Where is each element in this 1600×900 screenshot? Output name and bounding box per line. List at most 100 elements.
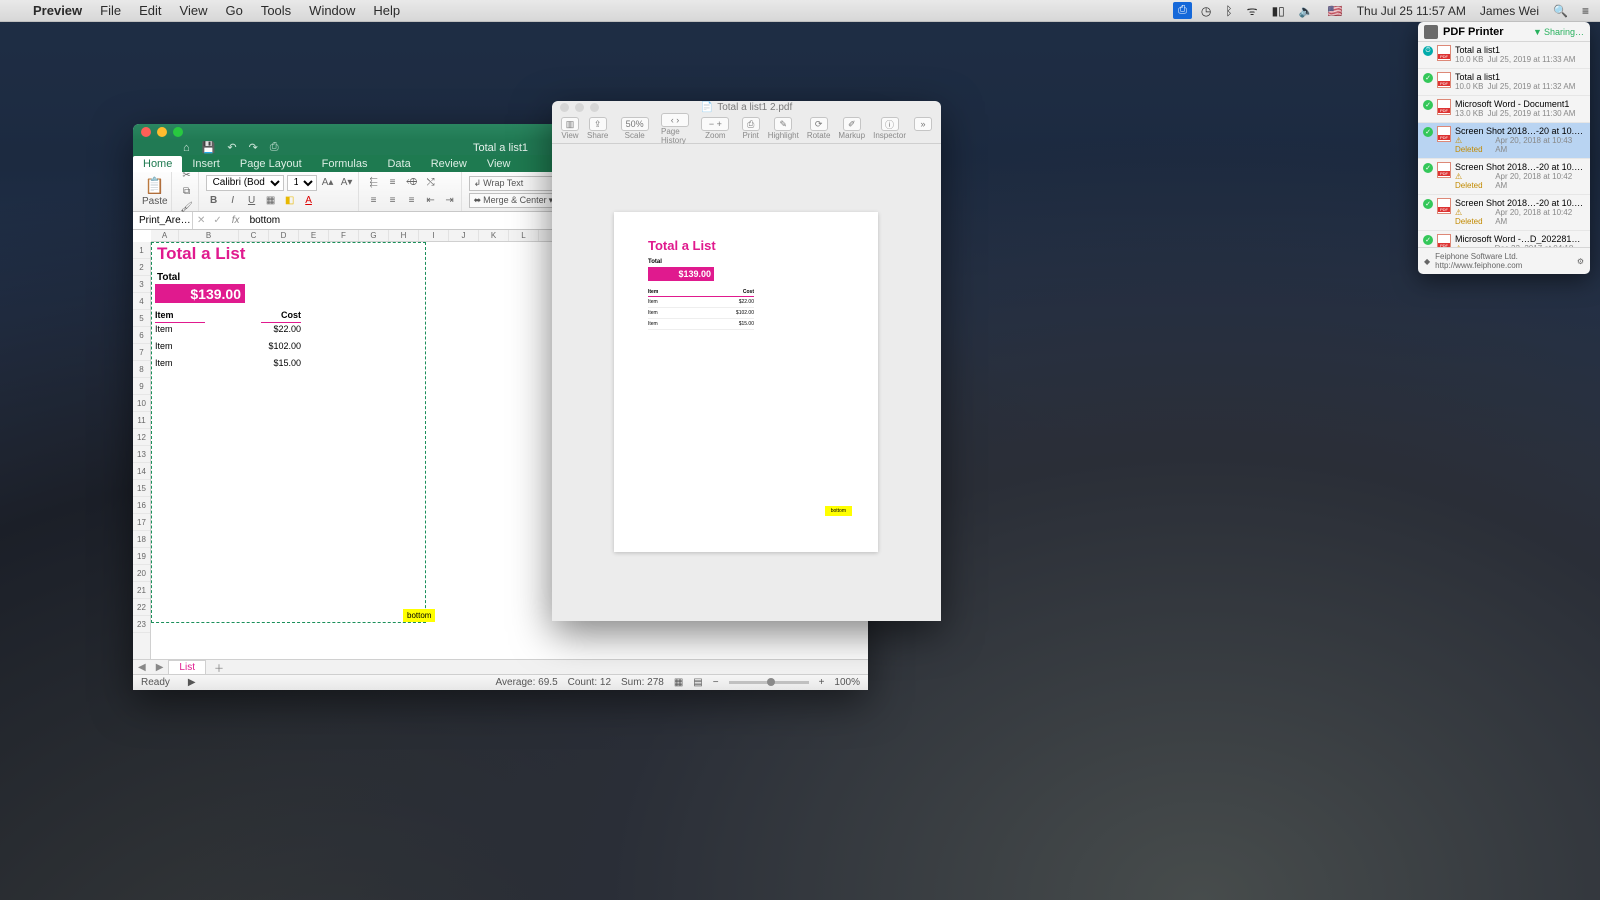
menu-tools[interactable]: Tools bbox=[252, 3, 300, 18]
row-header[interactable]: 22 bbox=[133, 599, 150, 616]
cell-header-item[interactable]: Item bbox=[155, 310, 205, 323]
share-button[interactable]: ⇪Share bbox=[584, 117, 611, 140]
view-mode-button[interactable]: ▥View bbox=[558, 117, 582, 140]
highlight-button[interactable]: ✎Highlight bbox=[765, 117, 802, 140]
align-top-icon[interactable]: ⬱ bbox=[366, 175, 382, 191]
col-header[interactable]: K bbox=[479, 230, 509, 241]
bluetooth-icon[interactable]: ᛒ bbox=[1220, 4, 1237, 18]
italic-button[interactable]: I bbox=[225, 193, 241, 209]
fx-icon[interactable]: fx bbox=[226, 215, 246, 226]
close-button[interactable] bbox=[141, 127, 151, 137]
cell-item-name[interactable]: Item bbox=[155, 324, 173, 341]
col-header[interactable]: C bbox=[239, 230, 269, 241]
name-box[interactable]: Print_Are… bbox=[133, 212, 193, 229]
tab-home[interactable]: Home bbox=[133, 156, 182, 172]
gear-icon[interactable]: ⚙ bbox=[1577, 257, 1584, 266]
merge-center-button[interactable]: ⬌Merge & Center▾ bbox=[469, 193, 559, 208]
wifi-icon[interactable]: ᯤ bbox=[1242, 2, 1263, 19]
align-right-icon[interactable]: ≡ bbox=[404, 193, 420, 209]
close-button[interactable] bbox=[560, 103, 569, 112]
increase-font-icon[interactable]: A▴ bbox=[320, 175, 336, 191]
paste-icon[interactable]: 📋 bbox=[145, 176, 165, 196]
row-header[interactable]: 21 bbox=[133, 582, 150, 599]
clock-text[interactable]: Thu Jul 25 11:57 AM bbox=[1352, 4, 1471, 18]
overflow-button[interactable]: » bbox=[911, 117, 935, 140]
tab-view[interactable]: View bbox=[477, 156, 521, 172]
cell-item-name[interactable]: Item bbox=[155, 341, 173, 358]
job-item[interactable]: ✓Microsoft Word -…D_2022813393.tmp⚠ Dele… bbox=[1418, 231, 1590, 247]
decrease-indent-icon[interactable]: ⇤ bbox=[423, 193, 439, 209]
font-name-select[interactable]: Calibri (Body) bbox=[206, 175, 284, 191]
copy-icon[interactable]: ⧉ bbox=[179, 184, 195, 200]
inspector-button[interactable]: ⓘInspector bbox=[870, 117, 909, 140]
tab-review[interactable]: Review bbox=[421, 156, 477, 172]
cell-doc-title[interactable]: Total a List bbox=[157, 244, 245, 264]
clock-icon[interactable]: ◷ bbox=[1196, 4, 1216, 18]
row-header[interactable]: 17 bbox=[133, 514, 150, 531]
col-header[interactable]: F bbox=[329, 230, 359, 241]
zoom-buttons[interactable]: − +Zoom bbox=[698, 117, 732, 140]
job-item[interactable]: ✓Screen Shot 2018…-20 at 10.26.41 AM⚠ De… bbox=[1418, 195, 1590, 231]
cell-item-cost[interactable]: $22.00 bbox=[261, 324, 301, 341]
row-header[interactable]: 18 bbox=[133, 531, 150, 548]
align-center-icon[interactable]: ≡ bbox=[385, 193, 401, 209]
tab-page-layout[interactable]: Page Layout bbox=[230, 156, 312, 172]
col-header[interactable]: H bbox=[389, 230, 419, 241]
cancel-formula-icon[interactable]: ✕ bbox=[193, 215, 209, 226]
col-header[interactable]: L bbox=[509, 230, 539, 241]
col-header[interactable]: J bbox=[449, 230, 479, 241]
orientation-icon[interactable]: ⤭ bbox=[423, 175, 439, 191]
align-bottom-icon[interactable]: ⬲ bbox=[404, 175, 420, 191]
increase-indent-icon[interactable]: ⇥ bbox=[442, 193, 458, 209]
sheet-nav-prev-icon[interactable]: ▶ bbox=[151, 662, 169, 673]
row-header[interactable]: 4 bbox=[133, 293, 150, 310]
align-middle-icon[interactable]: ≡ bbox=[385, 175, 401, 191]
qat-home-icon[interactable]: ⌂ bbox=[183, 142, 190, 154]
user-name[interactable]: James Wei bbox=[1475, 4, 1544, 18]
volume-icon[interactable]: 🔈 bbox=[1294, 4, 1319, 18]
zoom-value[interactable]: 100% bbox=[834, 677, 860, 688]
row-header[interactable]: 3 bbox=[133, 276, 150, 293]
menu-window[interactable]: Window bbox=[300, 3, 364, 18]
menu-go[interactable]: Go bbox=[216, 3, 251, 18]
underline-button[interactable]: U bbox=[244, 193, 260, 209]
cell-item-cost[interactable]: $15.00 bbox=[261, 358, 301, 375]
menu-edit[interactable]: Edit bbox=[130, 3, 170, 18]
qat-redo-icon[interactable]: ↷ bbox=[249, 141, 258, 154]
cell-header-cost[interactable]: Cost bbox=[261, 310, 301, 323]
row-header[interactable]: 7 bbox=[133, 344, 150, 361]
menu-help[interactable]: Help bbox=[364, 3, 409, 18]
tab-formulas[interactable]: Formulas bbox=[312, 156, 378, 172]
view-normal-icon[interactable]: ▦ bbox=[674, 677, 683, 688]
accept-formula-icon[interactable]: ✓ bbox=[209, 215, 225, 226]
row-header[interactable]: 9 bbox=[133, 378, 150, 395]
wrap-text-button[interactable]: ↲Wrap Text bbox=[469, 176, 559, 191]
cell-item-cost[interactable]: $102.00 bbox=[261, 341, 301, 358]
zoom-button[interactable] bbox=[590, 103, 599, 112]
app-menu[interactable]: Preview bbox=[24, 3, 91, 18]
cell-bottom[interactable]: bottom bbox=[403, 609, 435, 622]
sheet-tab-list[interactable]: List bbox=[168, 660, 206, 674]
row-header[interactable]: 16 bbox=[133, 497, 150, 514]
row-header[interactable]: 19 bbox=[133, 548, 150, 565]
zoom-out-icon[interactable]: − bbox=[713, 677, 719, 688]
sheet-nav-first-icon[interactable]: ◀ bbox=[133, 662, 151, 673]
row-header[interactable]: 11 bbox=[133, 412, 150, 429]
row-header[interactable]: 6 bbox=[133, 327, 150, 344]
rotate-button[interactable]: ⟳Rotate bbox=[804, 117, 834, 140]
row-header[interactable]: 2 bbox=[133, 259, 150, 276]
row-header[interactable]: 23 bbox=[133, 616, 150, 633]
col-header[interactable]: G bbox=[359, 230, 389, 241]
menu-view[interactable]: View bbox=[171, 3, 217, 18]
row-header[interactable]: 14 bbox=[133, 463, 150, 480]
qat-print-icon[interactable]: ⎙ bbox=[270, 141, 279, 154]
preview-titlebar[interactable]: 📄Total a list1 2.pdf bbox=[552, 101, 941, 114]
qat-undo-icon[interactable]: ↶ bbox=[227, 141, 236, 154]
row-header[interactable]: 10 bbox=[133, 395, 150, 412]
align-left-icon[interactable]: ≡ bbox=[366, 193, 382, 209]
print-button[interactable]: ⎙Print bbox=[739, 117, 763, 140]
cell-item-name[interactable]: Item bbox=[155, 358, 173, 375]
cell-total-value[interactable]: $139.00 bbox=[155, 284, 245, 303]
zoom-slider[interactable] bbox=[729, 681, 809, 684]
markup-button[interactable]: ✐Markup bbox=[835, 117, 868, 140]
